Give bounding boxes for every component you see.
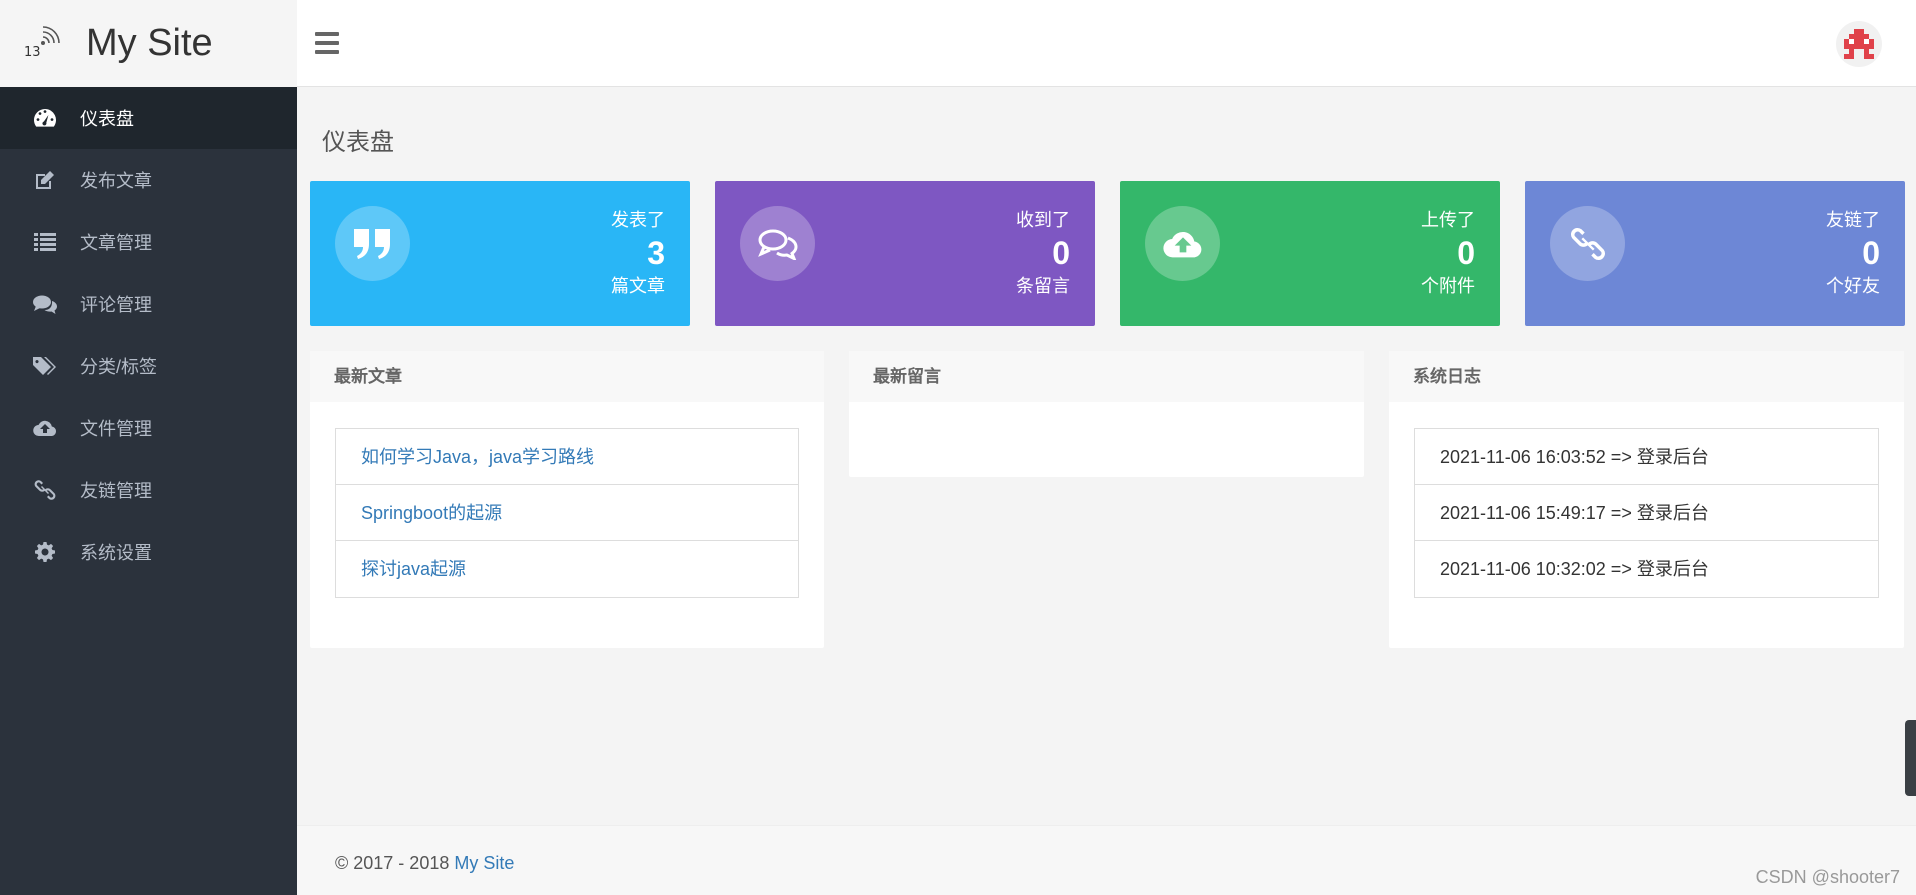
stat-card-articles: 发表了 3 篇文章 xyxy=(310,181,690,326)
logo-area[interactable]: 13 My Site xyxy=(0,0,297,87)
sidebar-item-file-management[interactable]: 文件管理 xyxy=(0,397,297,459)
sidebar-item-link-management[interactable]: 友链管理 xyxy=(0,459,297,521)
side-panel-handle[interactable] xyxy=(1905,720,1916,796)
edit-icon xyxy=(32,167,58,193)
page-title: 仪表盘 xyxy=(322,129,394,156)
list-item: 如何学习Java，java学习路线 xyxy=(336,429,798,485)
stat-value: 0 xyxy=(1052,235,1070,271)
avatar[interactable] xyxy=(1836,21,1882,67)
panel-title: 最新留言 xyxy=(849,351,1364,402)
stat-value: 3 xyxy=(647,235,665,271)
sidebar: 13 My Site 仪表盘 发布文章 文章管理 评论管理 分类/标签 文件管理… xyxy=(0,0,297,895)
stat-suffix: 条留言 xyxy=(1016,276,1070,296)
system-logs-panel: 系统日志 2021-11-06 16:03:52 => 登录后台 2021-11… xyxy=(1389,351,1904,648)
gear-icon xyxy=(32,539,58,565)
stat-value: 0 xyxy=(1457,235,1475,271)
latest-comments-panel: 最新留言 xyxy=(849,351,1364,477)
sidebar-item-publish-article[interactable]: 发布文章 xyxy=(0,149,297,211)
list-item: Springboot的起源 xyxy=(336,485,798,541)
top-bar xyxy=(297,0,1916,87)
log-entry: 2021-11-06 16:03:52 => 登录后台 xyxy=(1415,429,1878,485)
logo-icon: 13 xyxy=(24,25,62,62)
quote-icon xyxy=(335,206,410,281)
list-icon xyxy=(32,229,58,255)
stat-card-comments: 收到了 0 条留言 xyxy=(715,181,1095,326)
log-list: 2021-11-06 16:03:52 => 登录后台 2021-11-06 1… xyxy=(1414,428,1879,598)
menu-toggle-icon[interactable] xyxy=(315,32,339,54)
sidebar-item-label: 文件管理 xyxy=(80,419,152,439)
list-item: 探讨java起源 xyxy=(336,541,798,597)
link-icon xyxy=(32,477,58,503)
comments-icon xyxy=(740,206,815,281)
article-list: 如何学习Java，java学习路线 Springboot的起源 探讨java起源 xyxy=(335,428,799,598)
article-link[interactable]: 如何学习Java，java学习路线 xyxy=(361,447,594,467)
stat-prefix: 发表了 xyxy=(611,210,665,230)
stat-suffix: 个好友 xyxy=(1826,276,1880,296)
stat-prefix: 收到了 xyxy=(1016,210,1070,230)
sidebar-item-system-settings[interactable]: 系统设置 xyxy=(0,521,297,583)
dashboard-icon xyxy=(32,105,58,131)
latest-articles-panel: 最新文章 如何学习Java，java学习路线 Springboot的起源 探讨j… xyxy=(310,351,824,648)
sidebar-nav: 仪表盘 发布文章 文章管理 评论管理 分类/标签 文件管理 友链管理 系统设置 xyxy=(0,87,297,583)
stat-card-friend-links: 友链了 0 个好友 xyxy=(1525,181,1905,326)
article-link[interactable]: Springboot的起源 xyxy=(361,503,502,523)
watermark: CSDN @shooter7 xyxy=(1755,867,1900,887)
sidebar-item-categories-tags[interactable]: 分类/标签 xyxy=(0,335,297,397)
sidebar-item-label: 仪表盘 xyxy=(80,109,134,129)
stat-card-attachments: 上传了 0 个附件 xyxy=(1120,181,1500,326)
stat-prefix: 上传了 xyxy=(1421,210,1475,230)
cloud-upload-icon xyxy=(1145,206,1220,281)
stat-prefix: 友链了 xyxy=(1826,210,1880,230)
footer-site-link[interactable]: My Site xyxy=(454,853,514,873)
article-link[interactable]: 探讨java起源 xyxy=(361,559,466,579)
sidebar-item-label: 评论管理 xyxy=(80,295,152,315)
tags-icon xyxy=(32,353,58,379)
stat-suffix: 个附件 xyxy=(1421,276,1475,296)
footer: © 2017 - 2018 My Site CSDN @shooter7 xyxy=(297,825,1916,895)
sidebar-item-label: 文章管理 xyxy=(80,233,152,253)
sidebar-item-label: 发布文章 xyxy=(80,171,152,191)
stat-value: 0 xyxy=(1862,235,1880,271)
log-entry: 2021-11-06 15:49:17 => 登录后台 xyxy=(1415,485,1878,541)
sidebar-item-article-management[interactable]: 文章管理 xyxy=(0,211,297,273)
sidebar-item-comment-management[interactable]: 评论管理 xyxy=(0,273,297,335)
site-name: My Site xyxy=(86,22,213,64)
cloud-upload-icon xyxy=(32,415,58,441)
sidebar-item-label: 系统设置 xyxy=(80,543,152,563)
comments-icon xyxy=(32,291,58,317)
copyright-text: © 2017 - 2018 xyxy=(335,853,455,873)
panel-title: 系统日志 xyxy=(1389,351,1904,402)
footer-copyright: © 2017 - 2018 My Site xyxy=(335,853,514,874)
panel-title: 最新文章 xyxy=(310,351,824,402)
stat-suffix: 篇文章 xyxy=(611,276,665,296)
sidebar-item-label: 友链管理 xyxy=(80,481,152,501)
logo-number: 13 xyxy=(24,44,41,60)
sidebar-item-label: 分类/标签 xyxy=(80,357,158,377)
sidebar-item-dashboard[interactable]: 仪表盘 xyxy=(0,87,297,149)
log-entry: 2021-11-06 10:32:02 => 登录后台 xyxy=(1440,559,1709,579)
link-icon xyxy=(1550,206,1625,281)
